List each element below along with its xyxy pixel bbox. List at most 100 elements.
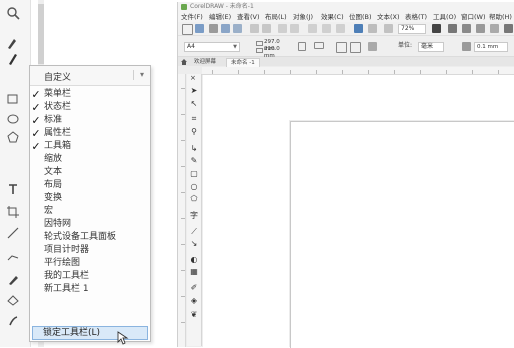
page-dimensions[interactable]: 297.0 mm 210.0 mm <box>254 39 292 59</box>
options-icon[interactable] <box>504 24 513 33</box>
menu-item-parallel-drawing[interactable]: 平行绘图 <box>32 257 148 270</box>
menu-item-statusbar[interactable]: ✓ 状态栏 <box>31 101 148 114</box>
smart-fill-icon[interactable]: ❦ <box>189 310 199 320</box>
menu-item-text[interactable]: 文本 <box>32 166 148 179</box>
grid-icon[interactable] <box>462 24 471 33</box>
tab-document[interactable]: 未命名 -1 <box>226 58 260 67</box>
menu-item-wheel-device[interactable]: 轮式设备工具面板 <box>32 231 148 244</box>
ellipse-icon[interactable] <box>6 112 20 126</box>
menu-item-layout[interactable]: 布局 <box>32 179 148 192</box>
menu-item-zoom[interactable]: 缩放 <box>32 153 148 166</box>
rectangle-icon[interactable] <box>6 92 20 106</box>
menu-item-transform[interactable]: 变换 <box>32 192 148 205</box>
connector-tool-icon[interactable]: ↘ <box>189 239 199 249</box>
zoom-tool-icon[interactable]: ⚲ <box>189 127 199 137</box>
paste-icon[interactable] <box>262 24 271 33</box>
crop-tool-icon[interactable]: ⌗ <box>189 114 199 124</box>
menu-item-standard[interactable]: ✓ 标准 <box>31 114 148 127</box>
pick-tool-icon[interactable]: ➤ <box>189 86 199 96</box>
rulers-icon[interactable] <box>448 24 457 33</box>
menu-window[interactable]: 窗口(W) <box>461 12 486 22</box>
menu-text[interactable]: 文本(X) <box>377 12 400 22</box>
text-icon[interactable] <box>6 182 20 196</box>
launcher-icon[interactable] <box>368 24 377 33</box>
close-icon[interactable]: × <box>190 74 196 82</box>
menu-bitmap[interactable]: 位图(B) <box>349 12 372 22</box>
import-icon[interactable] <box>322 24 331 33</box>
eyedropper-tool-icon[interactable]: ✐ <box>189 283 199 293</box>
transparency-icon[interactable]: ▦ <box>189 267 199 277</box>
snap-icon[interactable] <box>490 24 499 33</box>
copy-icon[interactable] <box>250 24 259 33</box>
home-icon[interactable] <box>181 59 187 65</box>
open-icon[interactable] <box>195 24 204 33</box>
blend-tool-icon[interactable]: ◐ <box>189 255 199 265</box>
app-icon[interactable] <box>384 24 393 33</box>
eyedropper-icon[interactable] <box>6 272 20 286</box>
save-icon[interactable] <box>209 24 218 33</box>
menu-item-new-toolbar[interactable]: 新工具栏 1 <box>32 283 148 296</box>
freehand-icon[interactable] <box>6 36 20 50</box>
undo-icon[interactable] <box>278 24 287 33</box>
zoom-icon[interactable] <box>6 6 20 20</box>
crop-icon[interactable] <box>6 205 20 219</box>
menu-object[interactable]: 对象(J) <box>293 12 313 22</box>
menu-edit[interactable]: 编辑(E) <box>209 12 231 22</box>
menu-item-menubar[interactable]: ✓ 菜单栏 <box>31 88 148 101</box>
menu-effects[interactable]: 效果(C) <box>321 12 344 22</box>
shape-tool-icon[interactable]: ↖ <box>189 99 199 109</box>
menu-tools[interactable]: 工具(O) <box>433 12 456 22</box>
menu-item-project-timer[interactable]: 项目计时器 <box>32 244 148 257</box>
drawing-canvas[interactable] <box>203 75 514 348</box>
portrait-icon[interactable] <box>298 42 306 51</box>
nudge-distance-field[interactable]: 0.1 mm <box>474 42 508 52</box>
menu-help[interactable]: 帮助(H) <box>489 12 512 22</box>
zoom-level-field[interactable]: 72% <box>398 24 426 34</box>
guidelines-icon[interactable] <box>476 24 485 33</box>
menu-item-property-bar[interactable]: ✓ 属性栏 <box>31 127 148 140</box>
menu-layout[interactable]: 布局(L) <box>265 12 287 22</box>
interactive-fill-icon[interactable]: ◈ <box>189 296 199 306</box>
menu-file[interactable]: 文件(F) <box>181 12 203 22</box>
menu-item-internet[interactable]: 因特网 <box>32 218 148 231</box>
redo-icon[interactable] <box>290 24 299 33</box>
fill-icon[interactable] <box>6 293 20 307</box>
dimension-icon[interactable] <box>6 226 20 240</box>
cut-icon[interactable] <box>233 24 242 33</box>
landscape-icon[interactable] <box>314 42 324 49</box>
menu-item-toolbox[interactable]: ✓ 工具箱 <box>31 140 148 153</box>
polygon-tool-icon[interactable]: ⬠ <box>189 194 199 204</box>
duplex-icon[interactable] <box>368 42 377 51</box>
page-size-select[interactable]: A4 ▼ <box>184 42 240 52</box>
artistic-media-icon[interactable]: ✎ <box>189 156 199 166</box>
tab-welcome-screen[interactable]: 欢迎屏幕 <box>190 58 221 66</box>
document-page[interactable] <box>290 121 514 348</box>
ellipse-tool-icon[interactable]: ○ <box>189 182 199 192</box>
connector-icon[interactable] <box>6 250 20 264</box>
pen-icon[interactable] <box>6 52 20 66</box>
outline-icon[interactable] <box>6 314 20 328</box>
page-width-field[interactable]: 297.0 mm <box>254 39 292 52</box>
rectangle-tool-icon[interactable]: ▢ <box>189 169 199 179</box>
vertical-ruler[interactable] <box>178 74 186 347</box>
search-icon[interactable] <box>308 24 317 33</box>
full-screen-icon[interactable] <box>432 24 441 33</box>
menu-item-macro[interactable]: 宏 <box>32 205 148 218</box>
all-pages-icon[interactable] <box>336 42 347 53</box>
menu-table[interactable]: 表格(T) <box>405 12 427 22</box>
current-page-icon[interactable] <box>350 42 361 53</box>
page-height-field[interactable]: 210.0 mm <box>254 46 292 59</box>
print-icon[interactable] <box>221 24 230 33</box>
publish-icon[interactable] <box>354 24 363 33</box>
chevron-down-icon[interactable]: ▾ <box>140 70 144 79</box>
freehand-tool-icon[interactable]: ↳ <box>189 144 199 154</box>
units-select[interactable]: 毫米 <box>418 42 444 52</box>
new-icon[interactable] <box>182 24 193 35</box>
menu-view[interactable]: 查看(V) <box>237 12 260 22</box>
text-tool-icon[interactable]: 字 <box>189 211 199 221</box>
export-icon[interactable] <box>336 24 345 33</box>
parallel-dimension-icon[interactable]: ⟋ <box>189 227 199 237</box>
polygon-icon[interactable] <box>6 130 20 144</box>
horizontal-ruler[interactable] <box>202 67 514 75</box>
menu-item-my-toolbar[interactable]: 我的工具栏 <box>32 270 148 283</box>
